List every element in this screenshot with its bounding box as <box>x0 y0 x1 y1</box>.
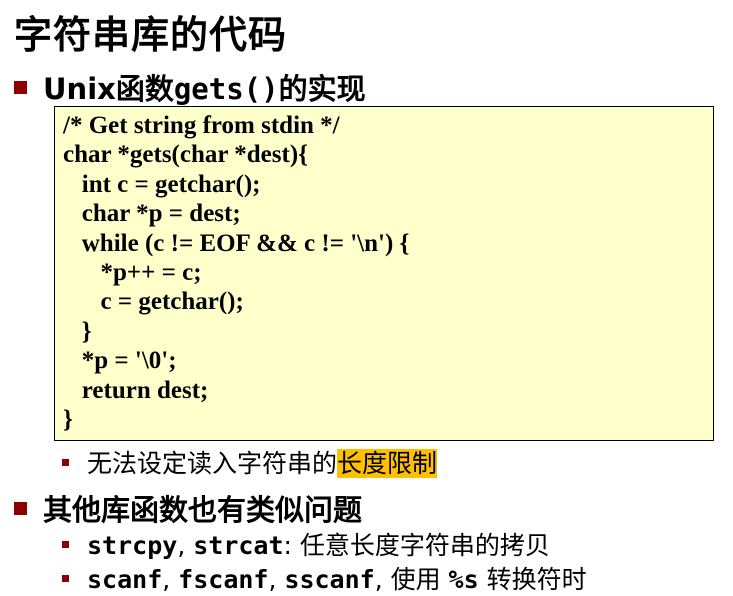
slide-title: 字符串库的代码 <box>14 13 288 57</box>
bullet-gets-prefix: Unix函数 <box>43 72 174 106</box>
code-line: } <box>63 317 92 345</box>
sub-bullet-length-limit: 无法设定读入字符串的长度限制 <box>62 444 438 480</box>
bullet-other-library-functions: 其他库函数也有类似问题 <box>14 487 362 529</box>
scanf-separator: , <box>162 565 179 594</box>
length-limit-highlight: 长度限制 <box>337 449 438 478</box>
bullet-gets-text: Unix函数gets()的实现 <box>43 66 366 108</box>
code-line: *p++ = c; <box>63 259 202 287</box>
bullet-other-library-text: 其他库函数也有类似问题 <box>43 493 363 527</box>
sub-bullet-strcpy: strcpy, strcat: 任意长度字符串的拷贝 <box>62 526 550 562</box>
square-bullet-icon <box>62 540 69 548</box>
sub-bullet-scanf: scanf, fscanf, sscanf, 使用 %s 转换符时 <box>62 560 587 596</box>
strcpy-description: : 任意长度字符串的拷贝 <box>283 531 550 560</box>
sub-bullet-strcpy-text: strcpy, strcat: 任意长度字符串的拷贝 <box>87 526 550 562</box>
scanf-code: scanf <box>87 565 163 594</box>
code-line: return dest; <box>63 376 209 404</box>
square-bullet-icon <box>62 458 69 466</box>
bullet-gets-implementation: Unix函数gets()的实现 <box>14 66 366 108</box>
code-line: char *gets(char *dest){ <box>63 141 308 169</box>
fscanf-code: fscanf <box>178 565 269 594</box>
square-bullet-icon <box>62 574 69 582</box>
square-bullet-icon <box>14 501 27 515</box>
sub-bullet-length-limit-text: 无法设定读入字符串的长度限制 <box>87 444 438 480</box>
code-line: *p = '\0'; <box>63 347 177 375</box>
scanf-conversion-text: 转换符时 <box>478 565 587 594</box>
code-block: /* Get string from stdin */ char *gets(c… <box>54 106 714 441</box>
percent-s-code: %s <box>448 565 479 594</box>
code-line: /* Get string from stdin */ <box>63 112 340 139</box>
sub-bullet-scanf-text: scanf, fscanf, sscanf, 使用 %s 转换符时 <box>87 560 587 596</box>
fscanf-separator: , <box>268 565 285 594</box>
bullet-gets-suffix: 的实现 <box>278 72 366 106</box>
code-line: int c = getchar(); <box>63 170 261 198</box>
code-line: char *p = dest; <box>63 200 241 228</box>
code-line: c = getchar(); <box>63 288 244 316</box>
strcpy-separator: , <box>177 531 194 560</box>
sscanf-code: sscanf <box>284 565 375 594</box>
scanf-usage-text: , 使用 <box>374 565 449 594</box>
code-line: } <box>63 406 73 434</box>
square-bullet-icon <box>14 80 27 94</box>
strcpy-code: strcpy <box>87 531 178 560</box>
code-line: while (c != EOF && c != '\n') { <box>63 229 410 257</box>
bullet-gets-code: gets() <box>173 72 279 106</box>
strcat-code: strcat <box>193 531 284 560</box>
length-limit-prefix: 无法设定读入字符串的 <box>87 449 338 478</box>
